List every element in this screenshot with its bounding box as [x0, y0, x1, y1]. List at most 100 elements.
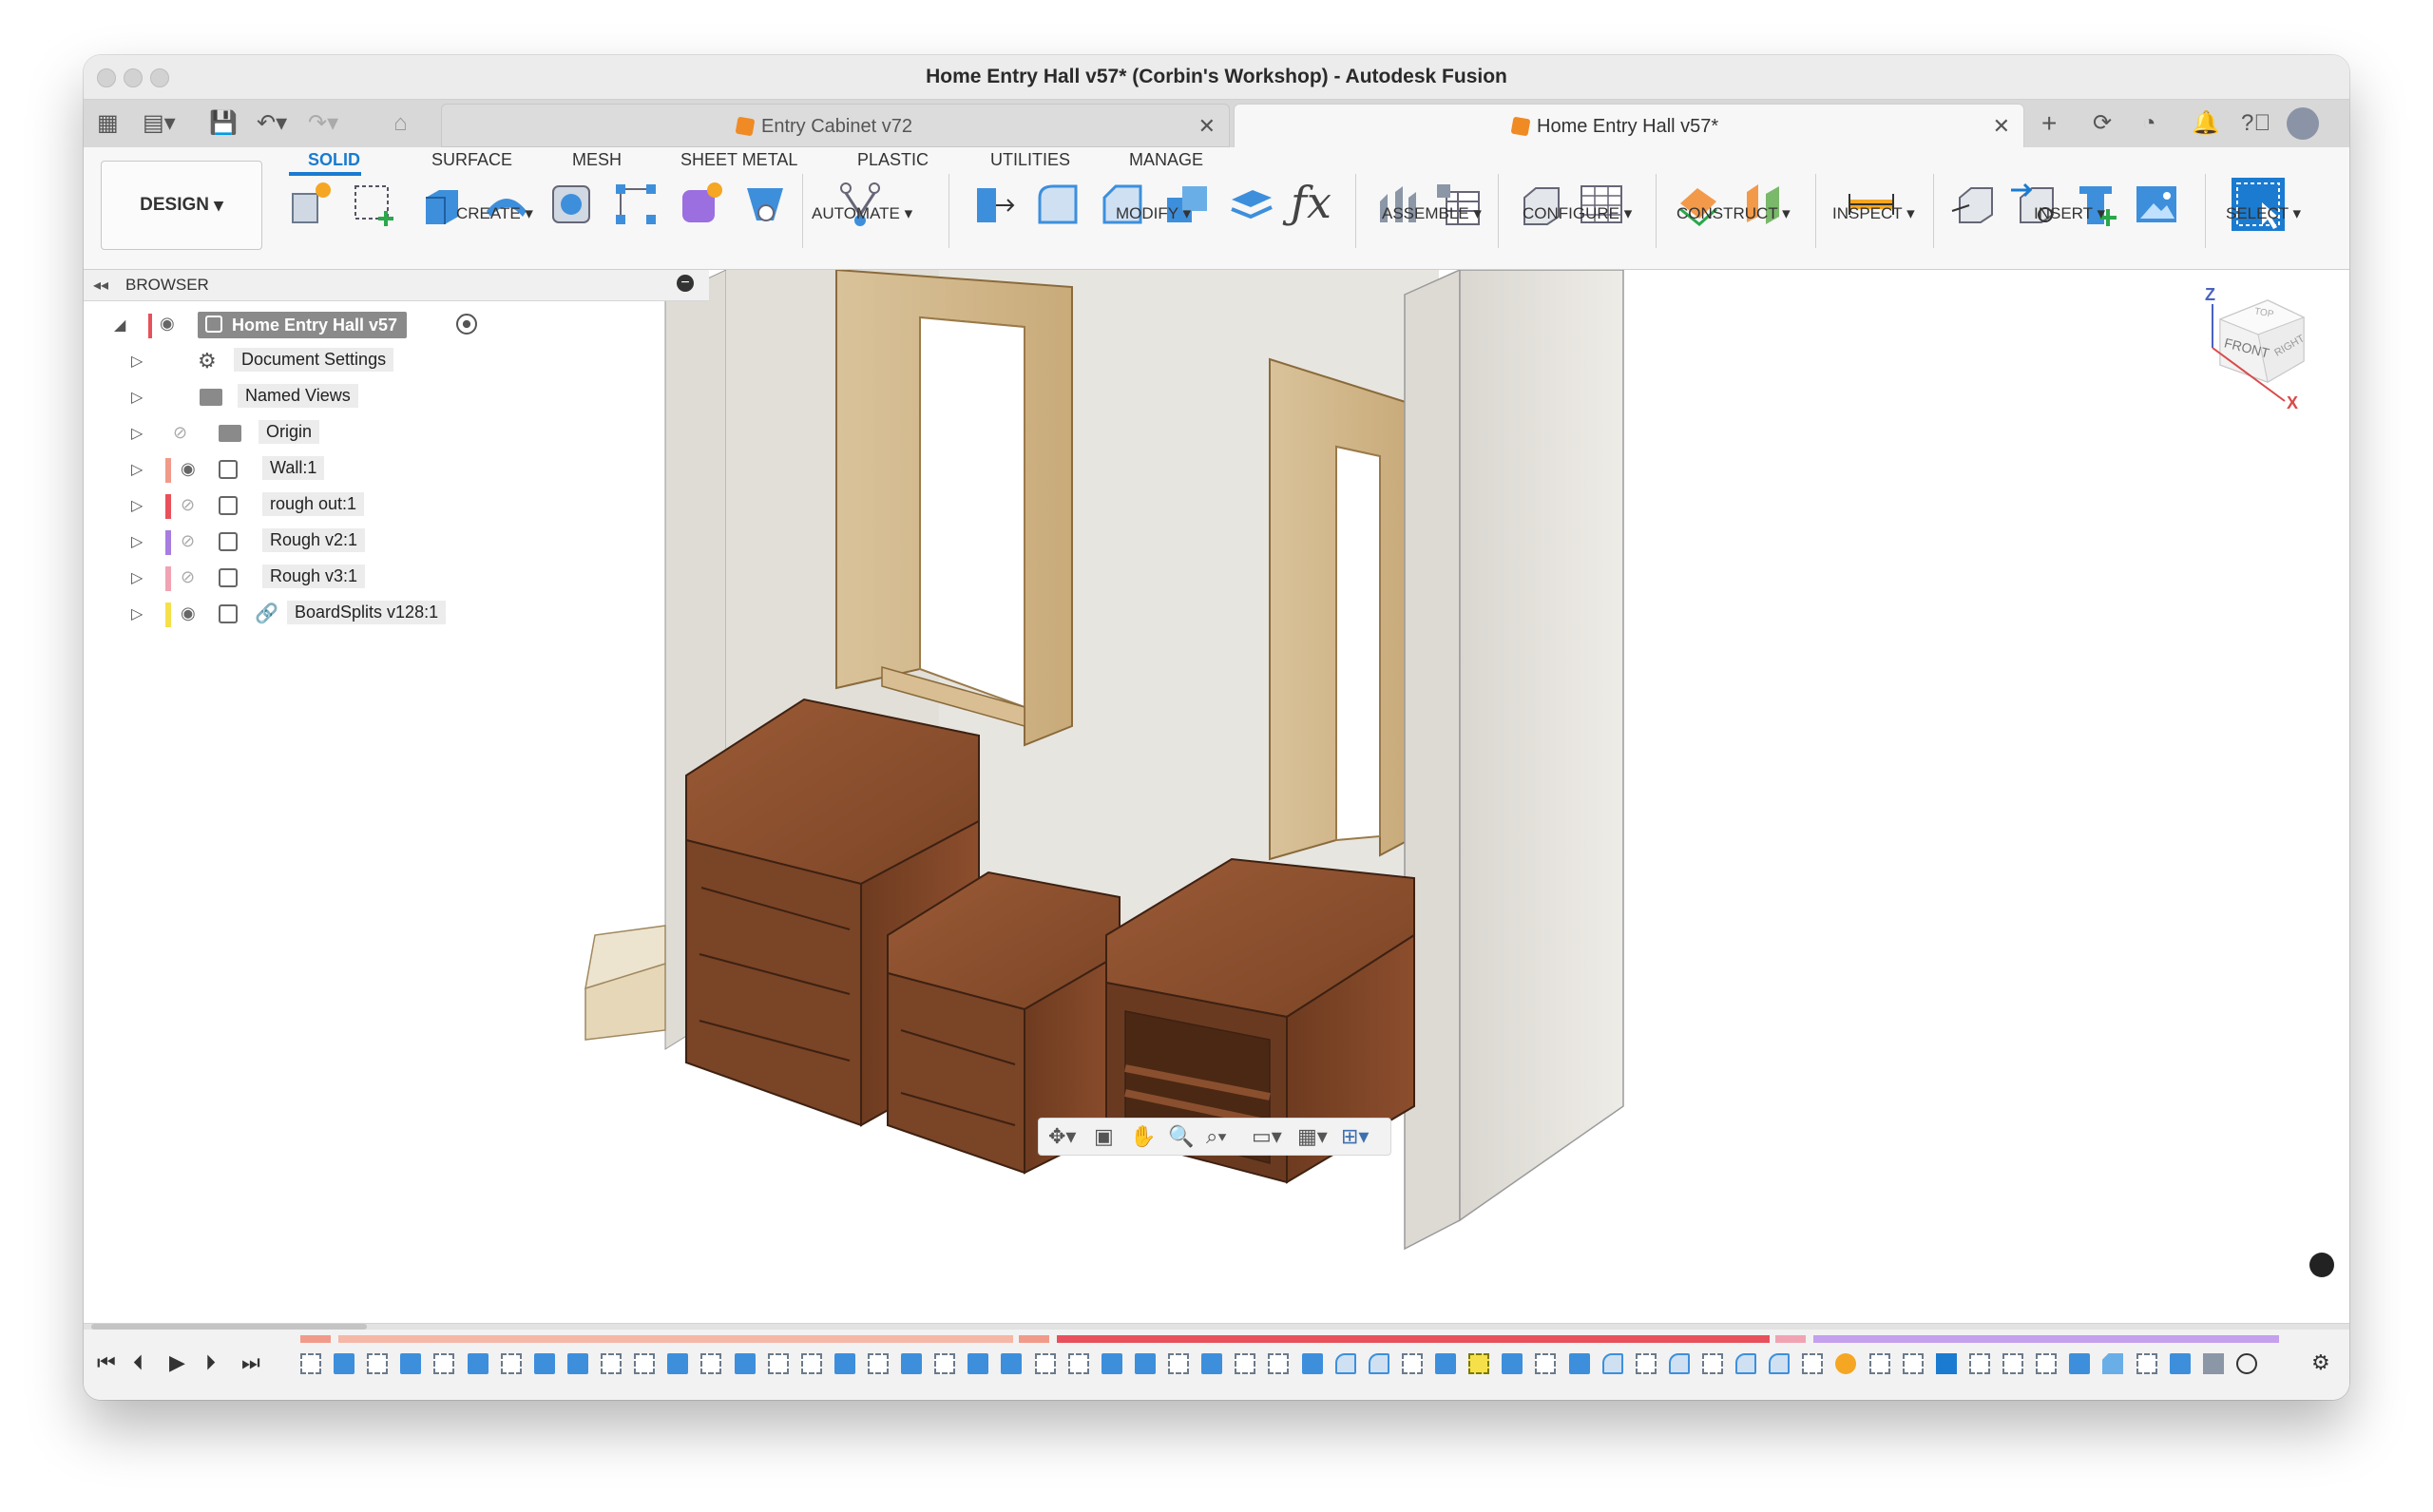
timeline-scroll-thumb[interactable] [91, 1324, 367, 1330]
sketch-feature-icon[interactable] [300, 1353, 321, 1374]
sketch-feature-icon[interactable] [1402, 1353, 1423, 1374]
construct-menu[interactable]: CONSTRUCT ▾ [1676, 204, 1791, 223]
timeline-settings-icon[interactable]: ⚙ [2311, 1350, 2330, 1375]
select-menu[interactable]: SELECT ▾ [2226, 204, 2301, 223]
sketch-feature-icon[interactable] [367, 1353, 388, 1374]
home-icon[interactable]: ⌂ [393, 109, 408, 138]
automate-menu[interactable]: AUTOMATE ▾ [812, 204, 912, 223]
browser-item-rough-v2[interactable]: ▷ ⊘ Rough v2:1 [110, 528, 566, 557]
collapse-browser-icon[interactable]: ◂◂ [93, 276, 108, 295]
sketch-feature-icon[interactable] [1636, 1353, 1657, 1374]
browser-item-wall[interactable]: ▷ ◉ Wall:1 [110, 456, 566, 485]
tab-solid[interactable]: SOLID [308, 150, 360, 170]
job-status-icon[interactable]: ◔ [2142, 109, 2156, 138]
root-component[interactable]: Home Entry Hall v57 [198, 312, 408, 338]
expand-triangle-icon[interactable]: ▷ [131, 352, 143, 371]
hidden-eye-icon[interactable]: ⊘ [181, 567, 195, 587]
sketch-feature-icon[interactable] [1468, 1353, 1489, 1374]
extrude-feature-icon[interactable] [1302, 1353, 1323, 1374]
press-pull-icon[interactable] [967, 179, 1019, 230]
visibility-eye-icon[interactable]: ◉ [160, 314, 175, 334]
fillet-feature-icon[interactable] [1669, 1353, 1690, 1374]
assemble-menu[interactable]: ASSEMBLE ▾ [1382, 204, 1482, 223]
file-menu-icon[interactable]: ▤▾ [143, 109, 176, 138]
grid-settings-icon[interactable]: ▦▾ [1297, 1124, 1328, 1149]
timeline-next-icon[interactable]: ⏵ [205, 1350, 216, 1375]
expand-triangle-icon[interactable]: ▷ [131, 424, 143, 443]
pan-icon[interactable]: ✋ [1130, 1124, 1156, 1149]
timeline-last-icon[interactable]: ⏭ [241, 1350, 260, 1375]
fillet-feature-icon[interactable] [1769, 1353, 1790, 1374]
sketch-feature-icon[interactable] [1268, 1353, 1289, 1374]
loft-icon[interactable] [739, 179, 791, 230]
expand-triangle-icon[interactable]: ▷ [131, 568, 143, 587]
expand-triangle-icon[interactable]: ▷ [131, 496, 143, 515]
sketch-feature-icon[interactable] [934, 1353, 955, 1374]
timeline-play-icon[interactable]: ▶ [169, 1350, 185, 1375]
avatar[interactable] [2287, 107, 2319, 140]
tab-home-entry-hall[interactable]: Home Entry Hall v57* ✕ [1234, 104, 2024, 147]
browser-item-document-settings[interactable]: ▷ ⚙ Document Settings [110, 348, 566, 376]
sketch-feature-icon[interactable] [1869, 1353, 1890, 1374]
viewcube[interactable]: Z X FRONT RIGHT TOP [2192, 285, 2325, 424]
browser-root-row[interactable]: ◢ ◉ Home Entry Hall v57 [110, 312, 566, 340]
zoom-window-icon[interactable]: ⌕▾ [1206, 1124, 1227, 1149]
visibility-eye-icon[interactable]: ◉ [181, 459, 196, 479]
shell-icon[interactable] [546, 179, 597, 230]
extrude-feature-icon[interactable] [1001, 1353, 1022, 1374]
fillet-feature-icon[interactable] [1735, 1353, 1756, 1374]
expand-triangle-icon[interactable]: ▷ [131, 532, 143, 551]
extrude-feature-icon[interactable] [400, 1353, 421, 1374]
sketch-feature-icon[interactable] [2136, 1353, 2157, 1374]
move-feature-icon[interactable] [2236, 1353, 2257, 1374]
visibility-eye-icon[interactable]: ◉ [181, 603, 196, 623]
sketch-feature-icon[interactable] [1702, 1353, 1723, 1374]
browser-item-origin[interactable]: ▷ ⊘ Origin [110, 420, 566, 449]
orbit-icon[interactable]: ✥▾ [1048, 1124, 1076, 1149]
tab-mesh[interactable]: MESH [572, 150, 622, 170]
tab-surface[interactable]: SURFACE [431, 150, 512, 170]
extrude-feature-icon[interactable] [1135, 1353, 1156, 1374]
tab-entry-cabinet[interactable]: Entry Cabinet v72 ✕ [441, 104, 1230, 147]
save-icon[interactable]: 💾 [209, 109, 238, 138]
create-sketch-icon[interactable] [350, 179, 401, 230]
timeline-scrollbar[interactable] [84, 1324, 2349, 1330]
parameters-icon[interactable]: ƒx [1291, 179, 1342, 230]
insert-canvas-icon[interactable] [2131, 179, 2182, 230]
sketch-feature-icon[interactable] [1802, 1353, 1823, 1374]
insert-derive-icon[interactable] [1948, 179, 2000, 230]
sketch-feature-icon[interactable] [2036, 1353, 2057, 1374]
timeline-previous-icon[interactable]: ⏴ [133, 1350, 144, 1375]
sketch-feature-icon[interactable] [1535, 1353, 1556, 1374]
extrude-feature-icon[interactable] [1569, 1353, 1590, 1374]
tab-plastic[interactable]: PLASTIC [857, 150, 929, 170]
workspace-switcher[interactable]: DESIGN ▾ [101, 161, 262, 250]
sketch-feature-icon[interactable] [1068, 1353, 1089, 1374]
sketch-feature-icon[interactable] [634, 1353, 655, 1374]
look-at-icon[interactable]: ▣ [1094, 1124, 1114, 1149]
sketch-feature-icon[interactable] [1969, 1353, 1990, 1374]
inspect-menu[interactable]: INSPECT ▾ [1832, 204, 1915, 223]
hidden-eye-icon[interactable]: ⊘ [173, 423, 187, 443]
extrude-feature-icon[interactable] [667, 1353, 688, 1374]
help-icon[interactable]: ?⃝ [2241, 109, 2270, 138]
fillet-feature-icon[interactable] [1369, 1353, 1389, 1374]
sketch-feature-icon[interactable] [501, 1353, 522, 1374]
extrude-feature-icon[interactable] [834, 1353, 855, 1374]
tab-utilities[interactable]: UTILITIES [990, 150, 1070, 170]
rectangular-pattern-icon[interactable] [610, 179, 661, 230]
sketch-feature-icon[interactable] [1235, 1353, 1255, 1374]
browser-item-boardsplits[interactable]: ▷ ◉ 🔗 BoardSplits v128:1 [110, 601, 566, 629]
browser-minimize-icon[interactable]: − [677, 275, 694, 292]
offset-face-icon[interactable] [1226, 179, 1277, 230]
sketch-feature-icon[interactable] [768, 1353, 789, 1374]
extrude-feature-icon[interactable] [1435, 1353, 1456, 1374]
close-tab-icon[interactable]: ✕ [1198, 114, 1216, 139]
fillet-icon[interactable] [1032, 179, 1083, 230]
joint-feature-icon[interactable] [2203, 1353, 2224, 1374]
new-component-icon[interactable] [285, 179, 336, 230]
browser-item-rough-out[interactable]: ▷ ⊘ rough out:1 [110, 492, 566, 521]
undo-icon[interactable]: ↶▾ [257, 109, 287, 138]
browser-item-named-views[interactable]: ▷ Named Views [110, 384, 566, 412]
expand-triangle-icon[interactable]: ▷ [131, 604, 143, 623]
